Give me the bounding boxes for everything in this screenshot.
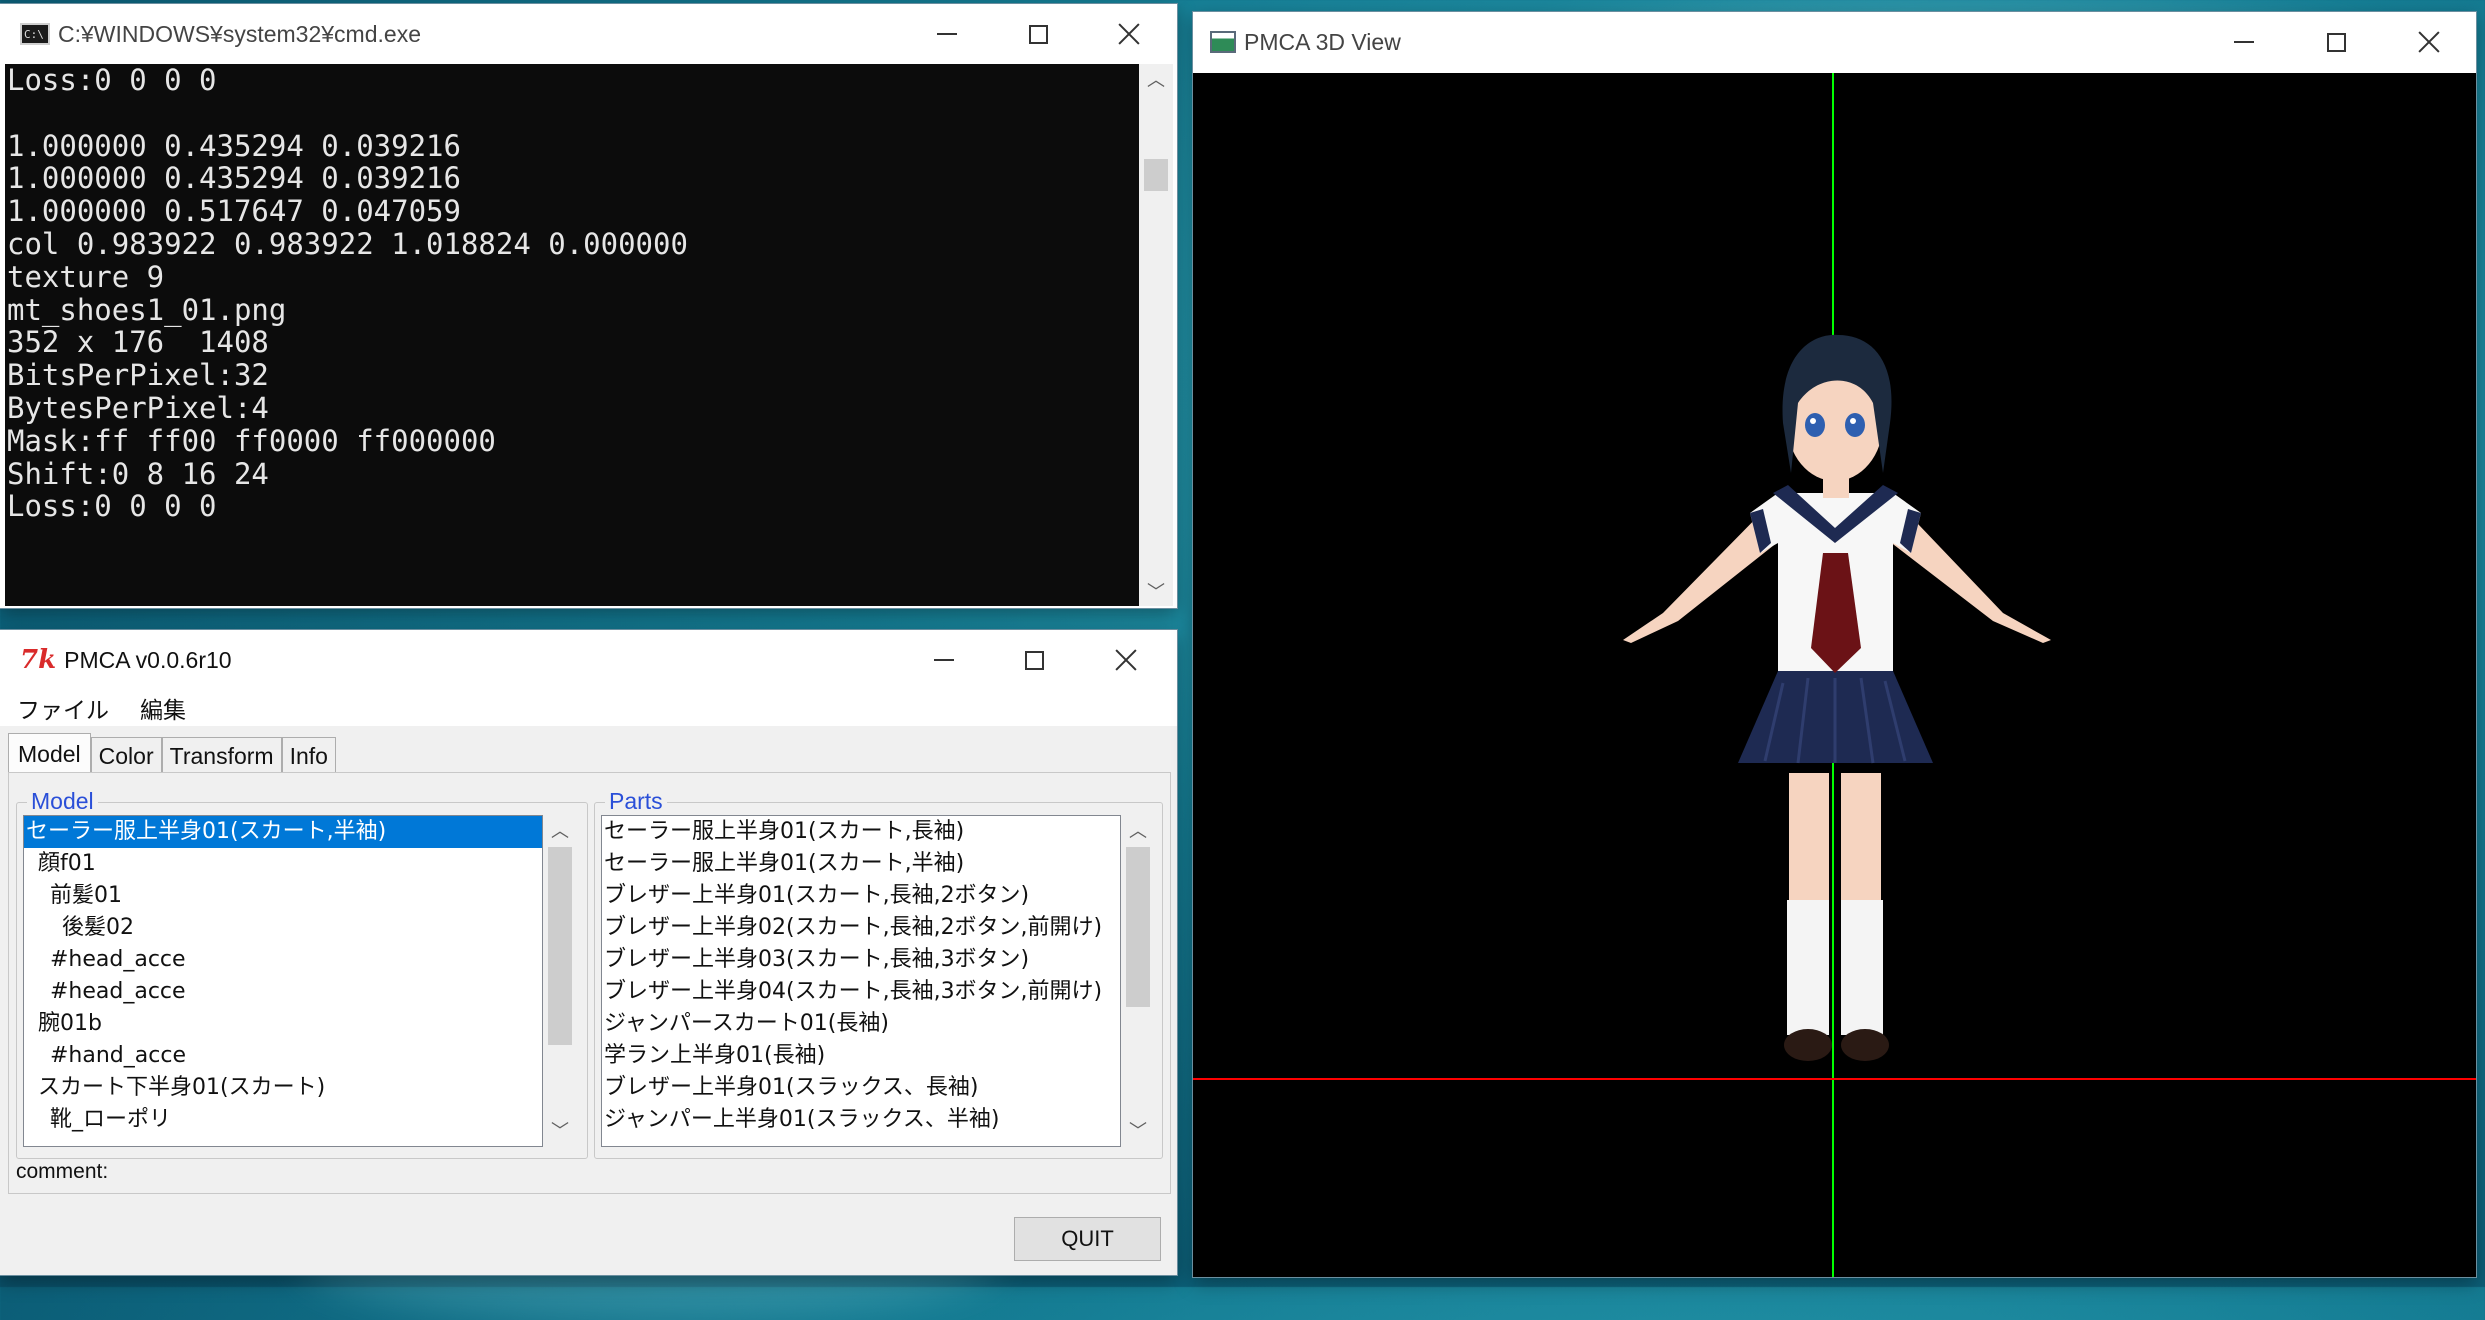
scroll-up-arrow-icon[interactable]: ︿	[543, 815, 577, 845]
parts-list-item[interactable]: セーラー服上半身01(スカート,長袖)	[602, 816, 1120, 848]
pmca-maximize-button[interactable]	[988, 630, 1080, 690]
cmd-minimize-button[interactable]	[901, 4, 993, 64]
quit-button[interactable]: QUIT	[1014, 1217, 1161, 1261]
parts-list-item[interactable]: ブレザー上半身04(スカート,長袖,3ボタン,前開け)	[602, 976, 1120, 1008]
scrollbar-thumb[interactable]	[548, 847, 572, 1045]
parts-list[interactable]: セーラー服上半身01(スカート,長袖) セーラー服上半身01(スカート,半袖) ブレ…	[601, 815, 1121, 1147]
console-output[interactable]: Loss:0 0 0 0 1.000000 0.435294 0.039216 …	[5, 64, 1139, 606]
maximize-icon	[1024, 650, 1044, 670]
3d-scene	[1193, 73, 2476, 1277]
model-list-items: セーラー服上半身01(スカート,半袖) 顔f01 前髪01 後髪02 #head_acc…	[24, 816, 542, 1136]
scroll-up-arrow-icon[interactable]: ︿	[1121, 815, 1155, 845]
tab-model[interactable]: Model	[8, 733, 91, 774]
cmd-window[interactable]: C:\ C:¥WINDOWS¥system32¥cmd.exe Loss:0 0…	[0, 4, 1177, 608]
minimize-icon	[937, 33, 957, 35]
close-icon	[2417, 30, 2441, 54]
parts-list-item[interactable]: ジャンパースカート01(長袖)	[602, 1008, 1120, 1040]
tab-transform[interactable]: Transform	[161, 737, 282, 774]
character-model	[1623, 334, 2051, 1061]
model-tree-item[interactable]: 顔f01	[24, 848, 542, 880]
scrollbar-thumb[interactable]	[1144, 159, 1168, 191]
pmca-title: PMCA v0.0.6r10	[64, 646, 232, 673]
tab-bar: Model Color Transform Info	[8, 733, 336, 774]
model-tree-item[interactable]: スカート下半身01(スカート)	[24, 1072, 542, 1104]
model-group: Model セーラー服上半身01(スカート,半袖) 顔f01 前髪01 後髪02 #he…	[16, 788, 588, 1159]
scroll-down-arrow-icon[interactable]: ﹀	[543, 1115, 577, 1145]
cmd-console-icon: C:\	[20, 23, 50, 45]
3d-viewport[interactable]	[1193, 73, 2476, 1277]
parts-list-item[interactable]: ブレザー上半身02(スカート,長袖,2ボタン,前開け)	[602, 912, 1120, 944]
parts-list-item[interactable]: ブレザー上半身01(スカート,長袖,2ボタン)	[602, 880, 1120, 912]
model-tree-item[interactable]: #head_acce	[24, 976, 542, 1008]
model-tree-item[interactable]: #head_acce	[24, 944, 542, 976]
model-tree-item[interactable]: セーラー服上半身01(スカート,半袖)	[24, 816, 542, 848]
tab-info[interactable]: Info	[281, 737, 336, 774]
menu-edit[interactable]: 編集	[140, 691, 186, 725]
cmd-close-button[interactable]	[1083, 4, 1175, 64]
parts-list-item[interactable]: 学ラン上半身01(長袖)	[602, 1040, 1120, 1072]
view3d-window[interactable]: PMCA 3D View	[1193, 12, 2476, 1277]
view3d-close-button[interactable]	[2383, 12, 2475, 72]
model-tree-item[interactable]: #hand_acce	[24, 1040, 542, 1072]
parts-list-item[interactable]: ジャンパー上半身01(スラックス、半袖)	[602, 1104, 1120, 1136]
model-tree-item[interactable]: 靴_ローポリ	[24, 1104, 542, 1136]
scrollbar-thumb[interactable]	[1126, 847, 1150, 1007]
console-text: Loss:0 0 0 0 1.000000 0.435294 0.039216 …	[7, 64, 688, 524]
cmd-maximize-button[interactable]	[992, 4, 1084, 64]
view3d-maximize-button[interactable]	[2290, 12, 2382, 72]
parts-list-item[interactable]: ブレザー上半身03(スカート,長袖,3ボタン)	[602, 944, 1120, 976]
model-tree-item[interactable]: 腕01b	[24, 1008, 542, 1040]
scroll-down-arrow-icon[interactable]: ﹀	[1121, 1115, 1155, 1145]
comment-label: comment:	[16, 1160, 109, 1183]
model-list-scrollbar[interactable]: ︿ ﹀	[543, 815, 577, 1145]
console-scrollbar[interactable]: ︿ ﹀	[1139, 64, 1173, 606]
pmca-close-button[interactable]	[1080, 630, 1172, 690]
parts-list-item[interactable]: セーラー服上半身01(スカート,半袖)	[602, 848, 1120, 880]
model-group-label: Model	[27, 788, 98, 815]
model-tree-list[interactable]: セーラー服上半身01(スカート,半袖) 顔f01 前髪01 後髪02 #head_acc…	[23, 815, 543, 1147]
parts-group-label: Parts	[605, 788, 667, 815]
pmca-minimize-button[interactable]	[898, 630, 990, 690]
menu-bar: ファイル 編集	[0, 690, 1177, 726]
model-tab-panel: Model セーラー服上半身01(スカート,半袖) 顔f01 前髪01 後髪02 #he…	[8, 772, 1171, 1194]
close-icon	[1117, 22, 1141, 46]
maximize-icon	[1028, 24, 1048, 44]
model-tree-item[interactable]: 後髪02	[24, 912, 542, 944]
menu-file[interactable]: ファイル	[17, 691, 109, 725]
minimize-icon	[934, 659, 954, 661]
tab-color[interactable]: Color	[90, 737, 162, 774]
model-tree-item[interactable]: 前髪01	[24, 880, 542, 912]
scroll-down-arrow-icon[interactable]: ﹀	[1139, 576, 1173, 606]
minimize-icon	[2234, 41, 2254, 43]
view3d-minimize-button[interactable]	[2198, 12, 2290, 72]
pmca-window[interactable]: 7k PMCA v0.0.6r10 ファイル 編集 Model Color Tr…	[0, 630, 1177, 1275]
scroll-up-arrow-icon[interactable]: ︿	[1139, 64, 1173, 94]
view3d-title: PMCA 3D View	[1244, 28, 1401, 55]
parts-list-item[interactable]: ブレザー上半身01(スラックス、長袖)	[602, 1072, 1120, 1104]
parts-group: Parts セーラー服上半身01(スカート,長袖) セーラー服上半身01(スカート…	[594, 788, 1163, 1159]
window-app-icon	[1210, 31, 1236, 53]
cmd-title: C:¥WINDOWS¥system32¥cmd.exe	[58, 20, 421, 47]
parts-list-items: セーラー服上半身01(スカート,長袖) セーラー服上半身01(スカート,半袖) ブレ…	[602, 816, 1120, 1136]
tk-feather-icon: 7k	[20, 645, 57, 675]
parts-list-scrollbar[interactable]: ︿ ﹀	[1121, 815, 1155, 1145]
close-icon	[1114, 648, 1138, 672]
maximize-icon	[2326, 32, 2346, 52]
